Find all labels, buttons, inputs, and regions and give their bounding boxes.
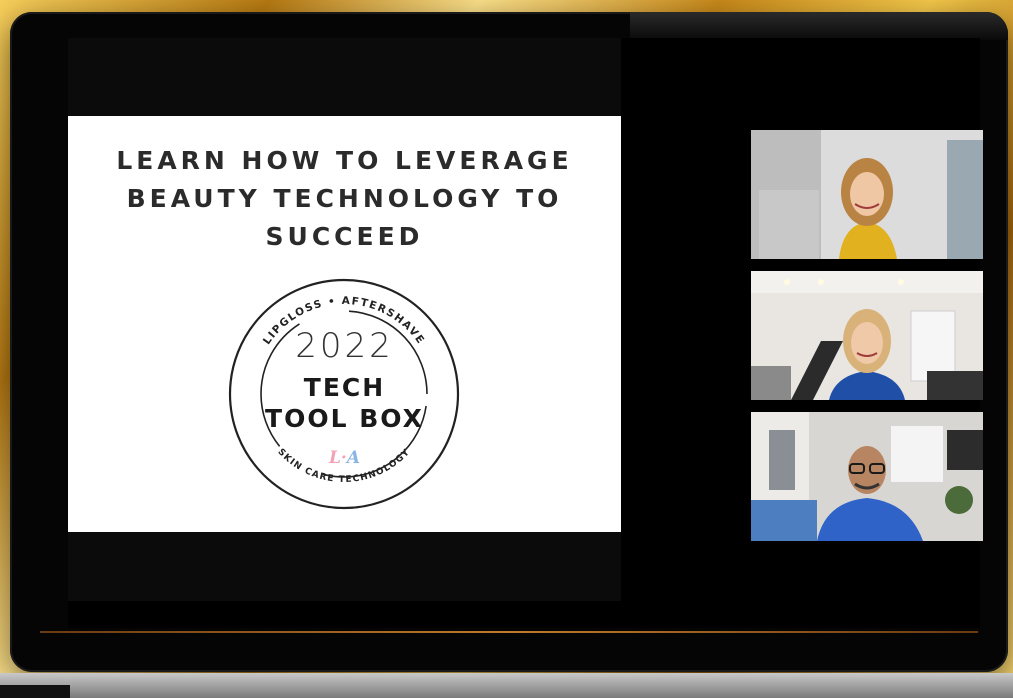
badge-title-line1: TECH xyxy=(303,373,386,402)
screen-bottom-accent-line xyxy=(40,631,978,633)
brand-logo: L·A xyxy=(68,448,621,468)
badge-title-line2: TOOL BOX xyxy=(265,404,424,433)
laptop-base-shadow xyxy=(0,685,70,698)
presentation-slide: LEARN HOW TO LEVERAGE BEAUTY TECHNOLOGY … xyxy=(68,116,621,532)
screen-share-area: LEARN HOW TO LEVERAGE BEAUTY TECHNOLOGY … xyxy=(68,38,621,601)
laptop-base xyxy=(0,673,1013,698)
laptop-frame: LEARN HOW TO LEVERAGE BEAUTY TECHNOLOGY … xyxy=(10,12,1008,672)
badge-year: 2022 xyxy=(295,326,394,366)
meeting-screen: LEARN HOW TO LEVERAGE BEAUTY TECHNOLOGY … xyxy=(68,38,983,628)
participant-video-tile-3[interactable] xyxy=(751,412,983,541)
participant-3-video xyxy=(751,412,983,541)
participant-video-tile-2[interactable] xyxy=(751,271,983,400)
bezel-sheen xyxy=(630,12,1008,40)
participant-video-tile-1[interactable] xyxy=(751,130,983,259)
logo-letter-l: L xyxy=(328,448,341,468)
badge-title: TECH TOOL BOX xyxy=(68,372,621,434)
participant-1-video xyxy=(751,130,983,259)
participant-2-video xyxy=(751,271,983,400)
slide-headline: LEARN HOW TO LEVERAGE BEAUTY TECHNOLOGY … xyxy=(116,146,573,251)
logo-letter-a: A xyxy=(346,448,361,468)
